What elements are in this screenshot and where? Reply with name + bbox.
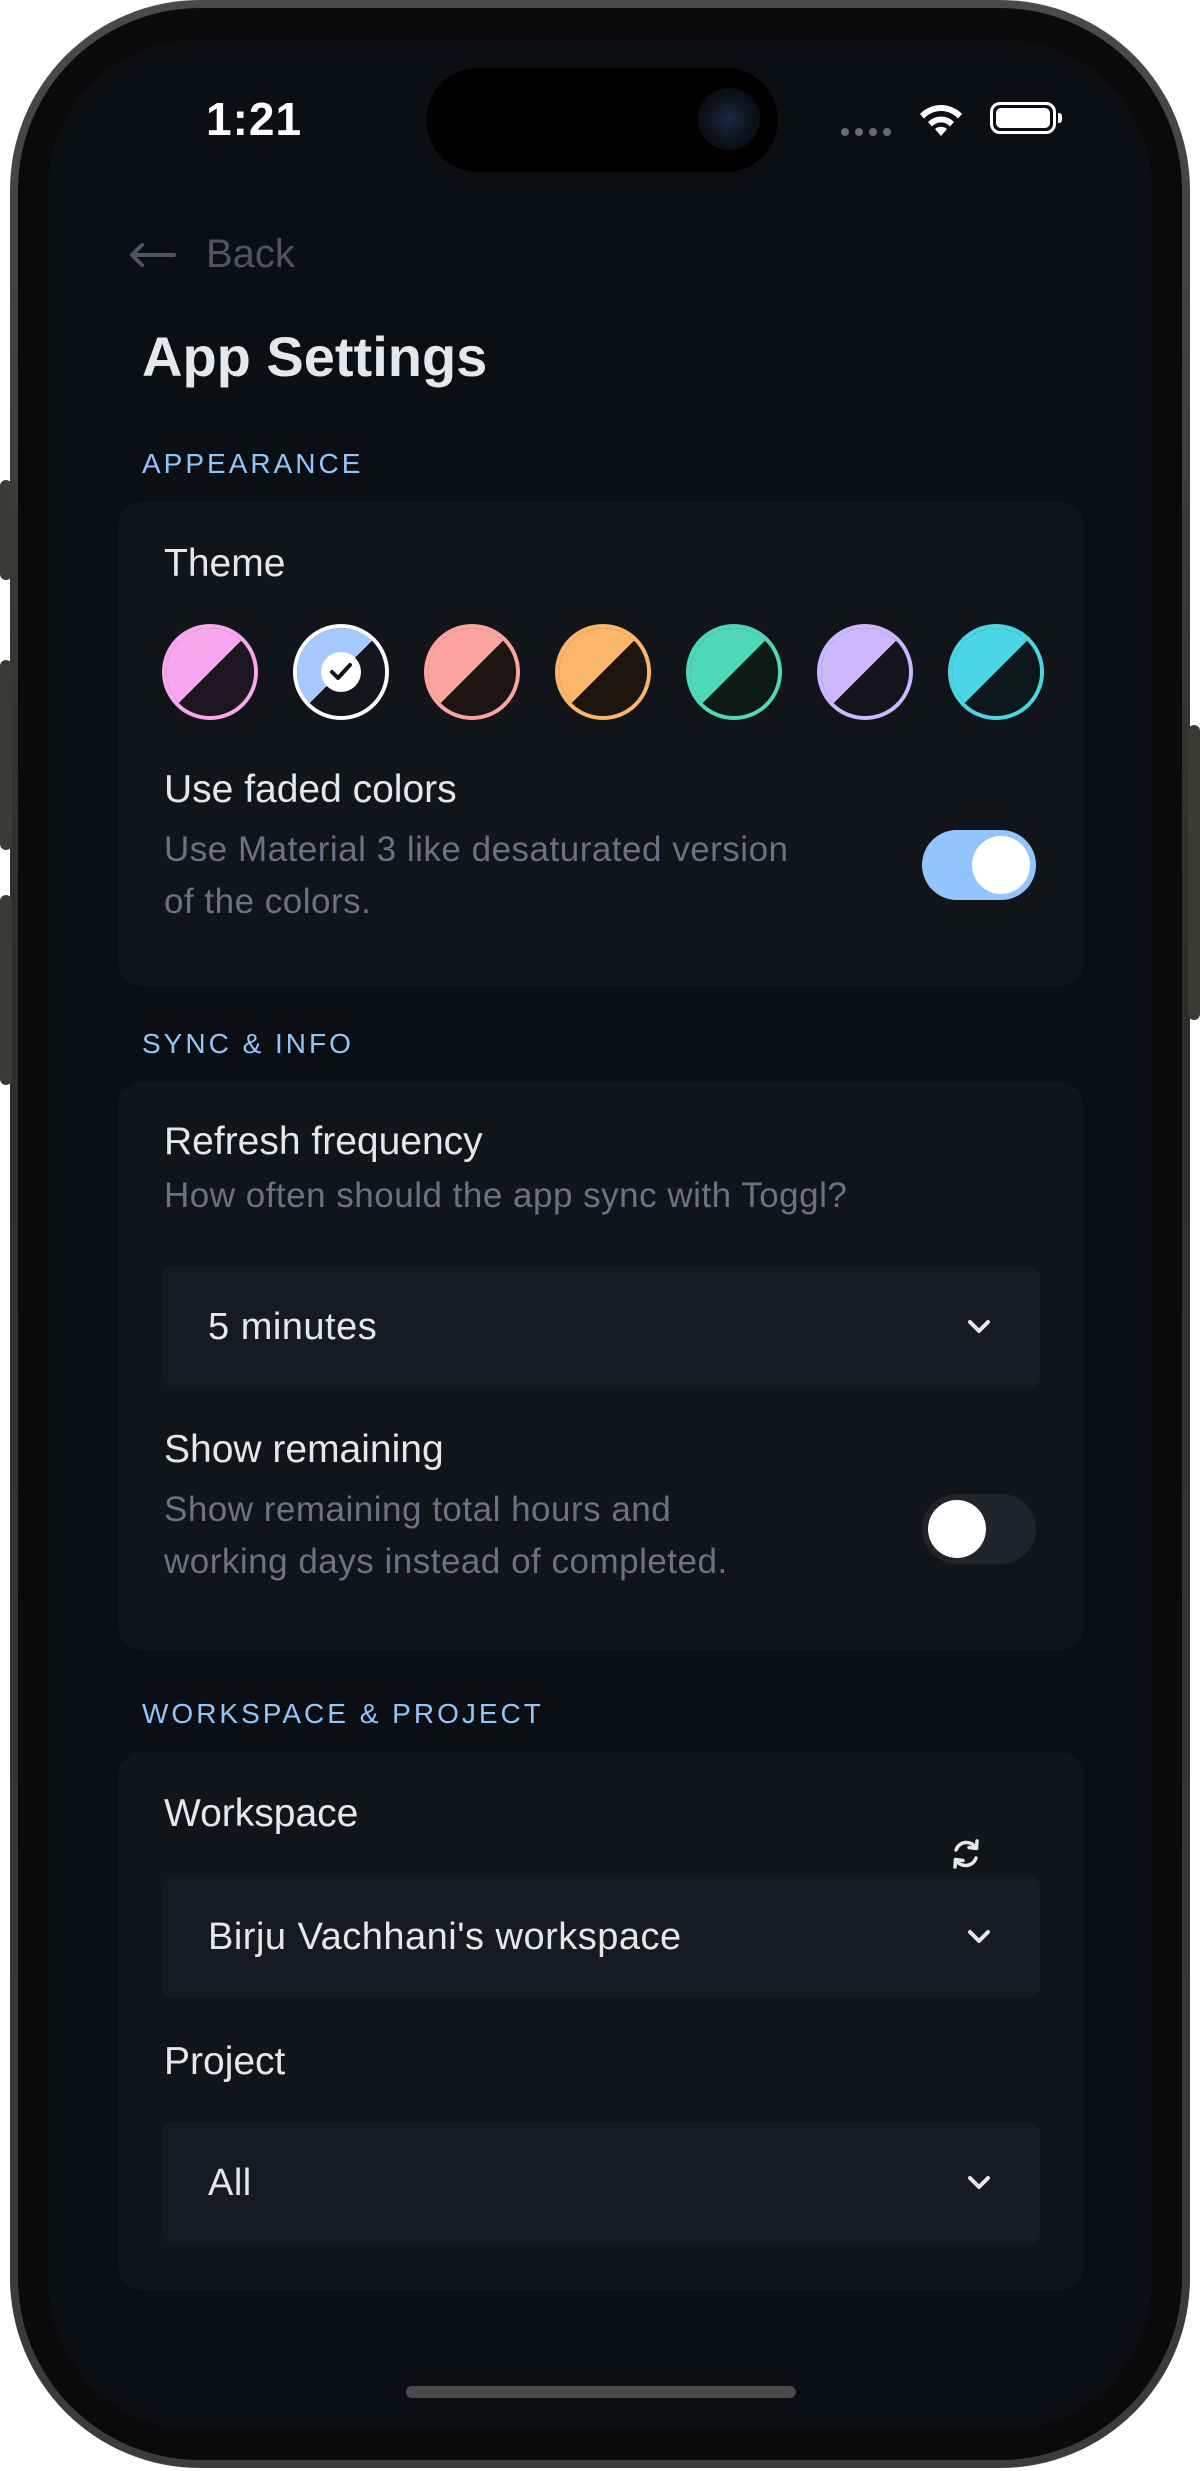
faded-colors-toggle[interactable] bbox=[922, 830, 1036, 900]
theme-swatch-blue[interactable] bbox=[293, 624, 389, 720]
cellular-signal-icon bbox=[841, 128, 891, 136]
refresh-frequency-label: Refresh frequency bbox=[164, 1120, 483, 1163]
refresh-frequency-description: How often should the app sync with Toggl… bbox=[164, 1176, 848, 1215]
section-label-workspace: WORKSPACE & PROJECT bbox=[142, 1698, 544, 1729]
dynamic-island bbox=[426, 68, 778, 172]
theme-swatch-lavender[interactable] bbox=[817, 624, 913, 720]
project-select[interactable]: All bbox=[162, 2122, 1040, 2244]
show-remaining-toggle[interactable] bbox=[922, 1494, 1036, 1564]
chevron-down-icon bbox=[968, 2176, 990, 2189]
side-button-power bbox=[1188, 725, 1200, 1020]
theme-swatch-cyan[interactable] bbox=[948, 624, 1044, 720]
refresh-frequency-value: 5 minutes bbox=[208, 1306, 378, 1348]
show-remaining-description: Show remaining total hours and working d… bbox=[164, 1484, 728, 1588]
theme-swatch-salmon[interactable] bbox=[424, 624, 520, 720]
camera-icon bbox=[698, 88, 760, 150]
home-indicator[interactable] bbox=[406, 2386, 796, 2398]
project-value: All bbox=[208, 2162, 252, 2204]
show-remaining-desc-line2: working days instead of completed. bbox=[164, 1542, 728, 1581]
theme-swatch-row bbox=[162, 624, 1044, 720]
side-button-action bbox=[0, 480, 12, 580]
show-remaining-desc-line1: Show remaining total hours and bbox=[164, 1490, 672, 1529]
section-label-appearance: APPEARANCE bbox=[142, 448, 364, 479]
faded-colors-desc-line2: of the colors. bbox=[164, 882, 372, 921]
toggle-knob bbox=[928, 1500, 986, 1558]
project-label: Project bbox=[164, 2040, 286, 2083]
theme-swatch-teal[interactable] bbox=[686, 624, 782, 720]
back-label: Back bbox=[206, 232, 295, 276]
refresh-frequency-select[interactable]: 5 minutes bbox=[162, 1266, 1040, 1388]
chevron-down-icon bbox=[968, 1320, 990, 1333]
workspace-label: Workspace bbox=[164, 1792, 359, 1835]
show-remaining-label: Show remaining bbox=[164, 1428, 444, 1471]
screen: 1:21 Back App Settings APPEARANCE Theme … bbox=[48, 40, 1152, 2430]
checkmark-icon bbox=[321, 652, 361, 692]
status-time: 1:21 bbox=[206, 93, 303, 145]
theme-swatch-orange[interactable] bbox=[555, 624, 651, 720]
workspace-select[interactable]: Birju Vachhani's workspace bbox=[162, 1876, 1040, 1998]
theme-swatch-pink[interactable] bbox=[162, 624, 258, 720]
faded-colors-description: Use Material 3 like desaturated version … bbox=[164, 824, 789, 928]
arrow-left-icon bbox=[130, 242, 176, 267]
side-button-volume-up bbox=[0, 660, 12, 850]
back-button[interactable]: Back bbox=[128, 232, 295, 277]
workspace-card: Workspace Birju Vachhani's workspace Pro… bbox=[118, 1752, 1084, 2290]
sync-card: Refresh frequency How often should the a… bbox=[118, 1082, 1084, 1650]
side-button-volume-down bbox=[0, 895, 12, 1085]
faded-colors-desc-line1: Use Material 3 like desaturated version bbox=[164, 830, 789, 869]
wifi-icon bbox=[920, 105, 962, 136]
page-title: App Settings bbox=[142, 325, 488, 388]
toggle-knob bbox=[972, 836, 1030, 894]
theme-label: Theme bbox=[164, 542, 286, 585]
workspace-value: Birju Vachhani's workspace bbox=[208, 1916, 682, 1958]
refresh-icon[interactable] bbox=[948, 1834, 984, 1874]
battery-icon bbox=[990, 102, 1062, 134]
section-label-sync: SYNC & INFO bbox=[142, 1028, 354, 1059]
appearance-card: Theme Use faded colors Use Material 3 li… bbox=[118, 502, 1084, 986]
faded-colors-label: Use faded colors bbox=[164, 768, 457, 811]
chevron-down-icon bbox=[968, 1930, 990, 1943]
